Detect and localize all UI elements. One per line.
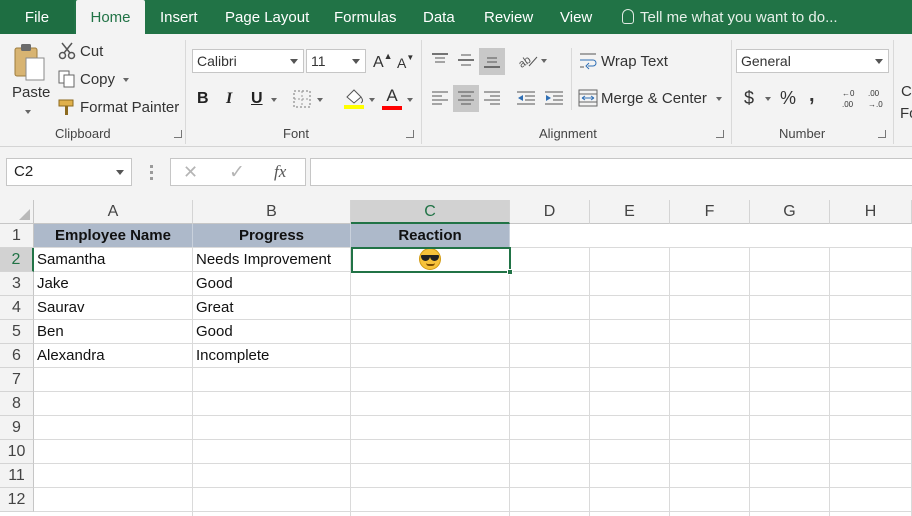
- font-color-swatch: [382, 106, 402, 110]
- gridlines: [34, 247, 912, 516]
- currency-dropdown-icon[interactable]: [765, 97, 771, 101]
- merge-center-icon: [578, 89, 598, 107]
- bottom-align-icon[interactable]: [483, 54, 501, 70]
- tab-page-layout[interactable]: Page Layout: [225, 0, 309, 34]
- ribbon-tab-bar: File Home Insert Page Layout Formulas Da…: [0, 0, 912, 34]
- underline-dropdown-icon[interactable]: [271, 98, 277, 102]
- orientation-icon[interactable]: ab: [517, 51, 539, 69]
- merge-center-label: Merge & Center: [601, 90, 707, 107]
- svg-text:→.0: →.0: [868, 100, 883, 109]
- font-name-value: Calibri: [197, 53, 237, 69]
- copy-icon: [58, 70, 75, 88]
- cancel-icon[interactable]: ✕: [183, 162, 198, 183]
- top-align-icon[interactable]: [431, 52, 449, 68]
- cut-label: Cut: [80, 43, 104, 60]
- fill-color-icon[interactable]: [343, 87, 365, 109]
- decrease-font-size-icon[interactable]: A▼: [397, 53, 414, 71]
- clipboard-launcher-icon[interactable]: [174, 130, 182, 138]
- alignment-launcher-icon[interactable]: [716, 130, 724, 138]
- italic-button[interactable]: I: [226, 90, 232, 108]
- font-color-icon[interactable]: A: [381, 86, 403, 110]
- align-center-icon[interactable]: [457, 91, 475, 105]
- number-format-combo[interactable]: General: [736, 49, 889, 73]
- tab-data[interactable]: Data: [423, 0, 455, 34]
- number-format-value: General: [741, 53, 791, 69]
- currency-button[interactable]: $: [744, 88, 754, 109]
- chevron-down-icon: [116, 170, 124, 175]
- format-painter-icon: [58, 99, 74, 115]
- decrease-indent-icon[interactable]: [516, 91, 536, 105]
- formula-bar: C2 ✕ ✓ fx: [0, 147, 912, 200]
- tab-formulas[interactable]: Formulas: [334, 0, 397, 34]
- paste-label: Paste: [12, 84, 51, 101]
- chevron-down-icon: [352, 59, 360, 64]
- increase-indent-icon[interactable]: [544, 91, 564, 105]
- fill-color-dropdown-icon[interactable]: [369, 98, 375, 102]
- align-right-icon[interactable]: [483, 91, 501, 105]
- paste-icon: [14, 44, 45, 81]
- enter-icon[interactable]: ✓: [229, 161, 245, 184]
- group-divider: [185, 40, 186, 144]
- alignment-group-label: Alignment: [539, 126, 597, 141]
- number-launcher-icon[interactable]: [878, 130, 886, 138]
- group-divider: [893, 40, 894, 144]
- format-as-table-cutoff[interactable]: Fo: [900, 105, 912, 122]
- tab-home[interactable]: Home: [76, 0, 145, 34]
- name-box[interactable]: C2: [6, 158, 132, 186]
- merge-dropdown-icon: [716, 97, 722, 101]
- insert-function-icon[interactable]: fx: [274, 162, 286, 182]
- middle-align-icon[interactable]: [457, 52, 475, 68]
- align-left-icon[interactable]: [431, 91, 449, 105]
- copy-label: Copy: [80, 71, 116, 88]
- tab-view[interactable]: View: [560, 0, 592, 34]
- clipboard-group-label: Clipboard: [55, 126, 111, 141]
- formula-input[interactable]: [310, 158, 912, 186]
- number-group-label: Number: [779, 126, 826, 141]
- increase-font-size-icon[interactable]: A▲: [373, 51, 393, 72]
- font-color-glyph: A: [386, 86, 398, 105]
- increase-decimal-icon[interactable]: ←0 .00: [841, 87, 863, 109]
- paste-dropdown-icon: [25, 110, 31, 114]
- copy-dropdown-icon: [123, 78, 129, 82]
- scissors-icon: [58, 42, 76, 60]
- group-divider: [421, 40, 422, 144]
- name-box-value: C2: [14, 163, 34, 180]
- svg-text:.00: .00: [868, 89, 880, 98]
- font-color-dropdown-icon[interactable]: [407, 98, 413, 102]
- tab-review[interactable]: Review: [484, 0, 533, 34]
- svg-text:ab: ab: [517, 54, 533, 69]
- formula-bar-grip-icon[interactable]: [150, 165, 153, 183]
- orientation-dropdown-icon[interactable]: [541, 59, 547, 63]
- font-group-label: Font: [283, 126, 310, 141]
- group-divider: [731, 40, 732, 144]
- borders-icon[interactable]: [293, 90, 313, 108]
- conditional-formatting-cutoff[interactable]: C: [901, 83, 912, 100]
- tell-me-text: Tell me what you want to do...: [640, 9, 838, 26]
- worksheet-grid: A B C D E F G H 1 2 3 4 5 6 7 8 9 10 11 …: [0, 200, 912, 516]
- formula-buttons: ✕ ✓ fx: [170, 158, 306, 186]
- ribbon-home: Paste Cut Copy Format Painter Clipboard …: [0, 34, 912, 147]
- wrap-text-label: Wrap Text: [601, 53, 668, 70]
- lightbulb-icon: [622, 9, 634, 24]
- group-divider: [571, 48, 572, 110]
- chevron-down-icon: [290, 59, 298, 64]
- font-name-combo[interactable]: Calibri: [192, 49, 304, 73]
- comma-style-button[interactable]: ,: [809, 84, 815, 107]
- font-size-combo[interactable]: 11: [306, 49, 366, 73]
- tab-insert[interactable]: Insert: [160, 0, 198, 34]
- font-launcher-icon[interactable]: [406, 130, 414, 138]
- svg-text:.00: .00: [842, 100, 854, 109]
- tell-me-search[interactable]: Tell me what you want to do...: [622, 0, 838, 34]
- chevron-down-icon: [875, 59, 883, 64]
- font-size-value: 11: [311, 53, 326, 69]
- decrease-decimal-icon[interactable]: .00 →.0: [867, 87, 889, 109]
- format-painter-label: Format Painter: [80, 99, 180, 116]
- percent-button[interactable]: %: [780, 88, 796, 109]
- wrap-text-icon: [580, 53, 597, 70]
- bold-button[interactable]: B: [197, 90, 209, 108]
- borders-dropdown-icon[interactable]: [317, 98, 323, 102]
- svg-text:←0: ←0: [842, 89, 855, 98]
- tab-file[interactable]: File: [0, 0, 74, 34]
- underline-button[interactable]: U: [251, 90, 263, 108]
